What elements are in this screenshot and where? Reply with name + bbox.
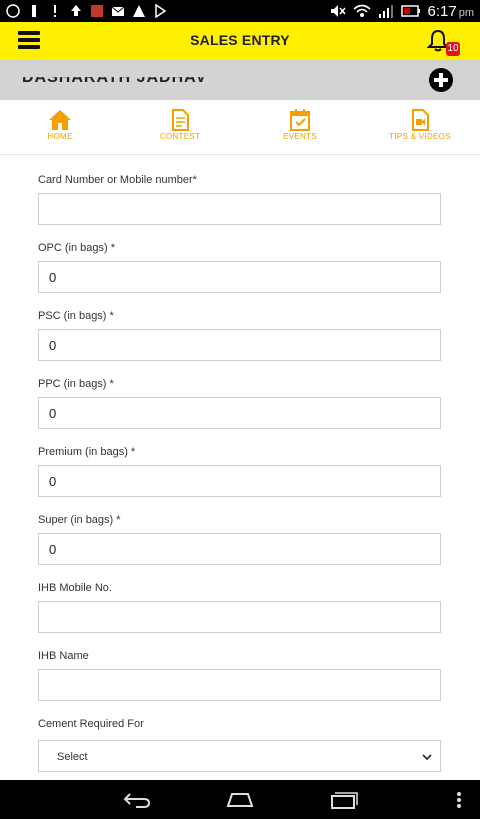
app-icon (91, 5, 103, 17)
tab-events-label: EVENTS (283, 132, 317, 141)
ppc-field[interactable] (38, 397, 441, 429)
home-icon (49, 110, 71, 130)
document-icon (172, 109, 189, 131)
tab-contest[interactable]: CONTEST (120, 100, 240, 155)
notification-icons (6, 4, 167, 18)
tab-tips-videos-label: TIPS & VIDEOS (389, 132, 451, 141)
tab-home[interactable]: HOME (0, 100, 120, 155)
app-bar: SALES ENTRY 10 (0, 22, 480, 60)
tab-tips-videos[interactable]: TIPS & VIDEOS (360, 100, 480, 155)
calendar-icon (290, 109, 310, 131)
cement-required-selected: Select (57, 751, 88, 763)
notifications-button[interactable]: 10 (426, 29, 460, 57)
chevron-down-icon (422, 754, 432, 761)
battery-icon (400, 5, 420, 17)
super-field[interactable] (38, 533, 441, 565)
upload-icon (71, 5, 81, 16)
premium-field[interactable] (38, 465, 441, 497)
signal-icon (378, 5, 393, 18)
ihb-mobile-label: IHB Mobile No. (38, 582, 112, 594)
wifi-icon (352, 4, 371, 17)
gmail-icon (111, 6, 125, 16)
tab-events[interactable]: EVENTS (240, 100, 360, 155)
cement-required-select[interactable]: Select (38, 740, 441, 772)
psc-field[interactable] (38, 329, 441, 361)
alert-icon (133, 5, 145, 17)
app-notification-icon (6, 4, 20, 18)
tab-home-label: HOME (47, 132, 73, 141)
super-label: Super (in bags) * (38, 514, 121, 526)
ihb-name-label: IHB Name (38, 650, 89, 662)
page-title: SALES ENTRY (190, 32, 290, 48)
play-store-icon (155, 4, 167, 18)
back-button[interactable] (122, 788, 152, 812)
premium-label: Premium (in bags) * (38, 446, 136, 458)
card-number-field[interactable] (38, 193, 441, 225)
ihb-name-field[interactable] (38, 669, 441, 701)
opc-label: OPC (in bags) * (38, 242, 116, 254)
ihb-mobile-field[interactable] (38, 601, 441, 633)
add-button[interactable] (429, 68, 453, 92)
opc-field[interactable] (38, 261, 441, 293)
mute-icon (330, 5, 346, 17)
recent-apps-button[interactable] (328, 788, 358, 812)
system-status: 6:17 pm (330, 3, 474, 20)
psc-label: PSC (in bags) * (38, 310, 114, 322)
ppc-label: PPC (in bags) * (38, 378, 114, 390)
user-strip: DASHARATH JADHAV (0, 60, 480, 100)
notification-badge: 10 (446, 42, 460, 56)
status-bar: 6:17 pm (0, 0, 480, 22)
user-name: DASHARATH JADHAV (22, 69, 208, 86)
card-number-label: Card Number or Mobile number* (38, 174, 197, 186)
tab-contest-label: CONTEST (159, 132, 201, 141)
home-button[interactable] (225, 788, 255, 812)
nav-tabs: HOME CONTEST EVENTS TIPS & VIDEOS (0, 100, 480, 155)
overflow-menu-button[interactable] (447, 788, 471, 812)
usb-icon (32, 5, 36, 17)
android-nav-bar (0, 780, 480, 819)
video-icon (412, 109, 429, 131)
clock: 6:17 pm (427, 2, 474, 20)
cement-required-label: Cement Required For (38, 718, 144, 730)
warning-icon (54, 5, 56, 17)
